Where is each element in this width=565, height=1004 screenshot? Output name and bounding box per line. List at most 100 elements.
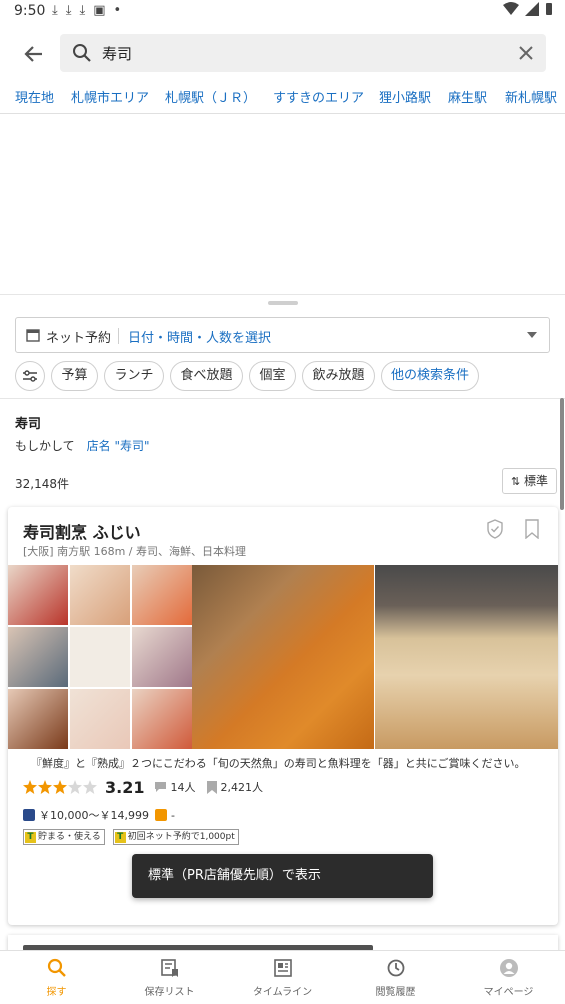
- review-count-value: 14人: [170, 781, 196, 794]
- badge-label: 貯まる・使える: [38, 832, 101, 842]
- search-header: 寿司: [0, 26, 565, 80]
- app-notification-icon: ▣: [93, 3, 106, 18]
- close-icon[interactable]: [516, 43, 536, 63]
- save-count-value: 2,421人: [220, 781, 263, 794]
- abalone-uni-photo[interactable]: [192, 565, 374, 749]
- t-point-icon: T: [25, 831, 36, 843]
- filter-settings-button[interactable]: [15, 361, 45, 391]
- area-tab-shin-sapporo[interactable]: 新札幌駅: [505, 87, 557, 106]
- bottom-nav: 探す 保存リスト タイムライン 閲覧履歴 マイページ: [0, 950, 565, 1004]
- divider: [118, 328, 119, 344]
- sort-button[interactable]: ⇅ 標準: [502, 468, 557, 494]
- rating-stars: [23, 780, 97, 794]
- photo-tile: [132, 627, 192, 687]
- shield-check-icon[interactable]: [486, 519, 504, 539]
- scrollbar[interactable]: [560, 398, 564, 510]
- battery-icon: [546, 3, 552, 15]
- nav-item-history[interactable]: 閲覧履歴: [339, 957, 452, 998]
- nav-item-timeline[interactable]: タイムライン: [226, 957, 339, 998]
- search-icon: [73, 44, 91, 62]
- timeline-icon: [273, 959, 292, 977]
- history-icon: [387, 959, 404, 977]
- map-area[interactable]: [0, 115, 565, 295]
- save-count: 2,421人: [207, 779, 263, 795]
- results-sheet: ネット予約 日付・時間・人数を選択 予算 ランチ 食べ放題 個室 飲み放題 他の…: [0, 294, 565, 950]
- badge-label: 初回ネット予約で1,000pt: [127, 832, 235, 842]
- lunch-icon: [154, 809, 167, 821]
- download-icon: ⤓: [52, 3, 58, 18]
- first-reservation-badge: T 初回ネット予約で1,000pt: [112, 829, 239, 845]
- nav-item-saved-list[interactable]: 保存リスト: [113, 957, 226, 998]
- sort-toast: 標準（PR店舗優先順）で表示: [132, 854, 433, 898]
- net-reservation-label: ネット予約: [46, 331, 112, 346]
- dot-icon: •: [113, 3, 122, 18]
- point-badges: T 貯まる・使える T 初回ネット予約で1,000pt: [23, 829, 239, 845]
- photo-tile: [70, 689, 130, 749]
- nav-label: 閲覧履歴: [375, 987, 416, 998]
- dinner-price: ￥10,000～￥14,999: [39, 809, 149, 822]
- restaurant-card-next[interactable]: [8, 935, 558, 950]
- t-point-icon: T: [114, 831, 126, 843]
- avatar-icon: [499, 959, 518, 977]
- dinner-icon: [23, 809, 35, 821]
- download-icon: ⤓: [79, 3, 86, 18]
- did-you-mean: もしかして 店名 "寿司": [15, 437, 150, 454]
- sushi-photo-grid[interactable]: [8, 565, 192, 749]
- calendar-icon: [26, 329, 40, 342]
- points-usable-badge: T 貯まる・使える: [23, 829, 105, 845]
- back-arrow-icon[interactable]: [20, 40, 48, 68]
- area-tab-asabu[interactable]: 麻生駅: [448, 87, 487, 106]
- photo-tile: [8, 689, 68, 749]
- query-title: 寿司: [15, 417, 42, 432]
- area-tab-sapporo-station[interactable]: 札幌駅（ＪＲ）: [165, 87, 256, 106]
- rating-score: 3.21: [105, 777, 145, 797]
- photo-tile: [8, 565, 68, 625]
- filter-chip-private-room[interactable]: 個室: [249, 361, 296, 391]
- sliders-icon: [23, 370, 37, 382]
- filter-chip-all-you-can-drink[interactable]: 飲み放題: [302, 361, 375, 391]
- search-input[interactable]: 寿司: [60, 34, 546, 72]
- restaurant-meta: [大阪] 南方駅 168m / 寿司、海鮮、日本料理: [23, 545, 246, 558]
- did-you-mean-link[interactable]: 店名 "寿司": [87, 439, 150, 453]
- status-bar: 9:50 ⤓ ⤓ ⤓ ▣ •: [0, 0, 565, 24]
- area-tab-tanukikoji[interactable]: 狸小路駅: [379, 87, 431, 106]
- restaurant-photos[interactable]: [8, 565, 558, 749]
- photo-tile: [132, 689, 192, 749]
- filter-chip-more-conditions[interactable]: 他の検索条件: [381, 361, 479, 391]
- download-icon: ⤓: [65, 3, 72, 18]
- review-count: 14人: [154, 779, 195, 795]
- filter-chip-lunch[interactable]: ランチ: [104, 361, 164, 391]
- wifi-icon: [503, 2, 519, 15]
- star-icon: [38, 780, 52, 794]
- logo-tile: [70, 627, 130, 687]
- interior-photo[interactable]: [375, 565, 558, 749]
- search-icon: [47, 958, 66, 977]
- restaurant-description: 『鮮度』と『熟成』２つにこだわる「旬の天然魚」の寿司と魚料理を「器」と共にご賞味…: [31, 757, 526, 770]
- area-tab-current[interactable]: 現在地: [15, 87, 54, 106]
- bookmark-icon[interactable]: [524, 519, 540, 539]
- nav-label: 探す: [46, 987, 67, 998]
- lunch-price: -: [170, 808, 175, 822]
- photo-tile: [8, 627, 68, 687]
- area-tab-sapporo-city[interactable]: 札幌市エリア: [71, 87, 149, 106]
- nav-item-mypage[interactable]: マイページ: [452, 957, 565, 998]
- filter-chip-budget[interactable]: 予算: [51, 361, 98, 391]
- search-query: 寿司: [102, 45, 133, 63]
- rating-row: 3.21 14人 2,421人: [23, 777, 275, 797]
- area-tab-susukino[interactable]: すすきのエリア: [273, 87, 364, 106]
- notification-icons: ⤓ ⤓ ⤓ ▣ •: [52, 3, 121, 18]
- signal-icon: [525, 2, 539, 16]
- price-row: ￥10,000～￥14,999 -: [23, 807, 175, 823]
- reservation-selector[interactable]: ネット予約 日付・時間・人数を選択: [15, 317, 550, 353]
- did-you-mean-label: もしかして: [15, 439, 75, 453]
- sheet-drag-handle[interactable]: [268, 301, 298, 305]
- divider: [0, 398, 565, 399]
- restaurant-name[interactable]: 寿司割烹 ふじい: [23, 519, 141, 543]
- saved-list-icon: [160, 959, 178, 977]
- star-icon: [83, 780, 97, 794]
- comment-icon: [155, 782, 167, 792]
- sort-icon: ⇅: [511, 475, 521, 488]
- date-time-people-select: 日付・時間・人数を選択: [128, 331, 272, 346]
- nav-item-search[interactable]: 探す: [0, 957, 113, 998]
- filter-chip-all-you-can-eat[interactable]: 食べ放題: [170, 361, 243, 391]
